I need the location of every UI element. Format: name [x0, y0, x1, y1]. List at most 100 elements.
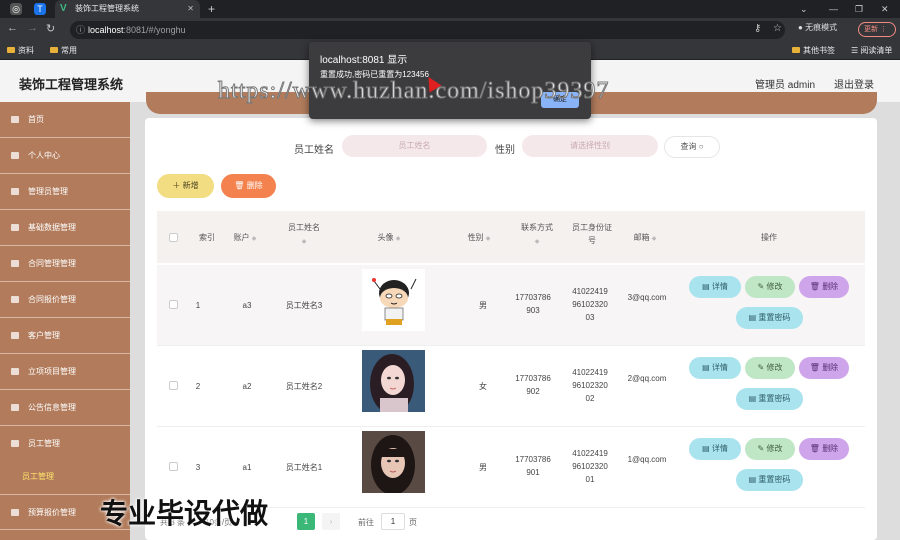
detail-button[interactable]: ▤ 详情 [689, 438, 741, 460]
edit-button[interactable]: ✎ 修改 [745, 276, 795, 298]
row-email: 3@qq.com [627, 293, 667, 302]
close-tab-icon[interactable]: ✕ [187, 0, 194, 18]
col-ops: 操作 [761, 233, 777, 242]
col-account[interactable]: 账户 ◆ [227, 231, 263, 246]
url-field[interactable]: ⓘ localhost:8081/#/yonghu [70, 21, 785, 39]
chevron-right-icon: › [329, 517, 333, 526]
sidebar-item-quote[interactable]: 合同报价管理 [0, 282, 130, 318]
col-phone[interactable]: 联系方式 ◆ [515, 221, 559, 249]
bookmark-folder[interactable]: 资料 [7, 42, 34, 60]
pinned-tab-icon[interactable]: T [34, 3, 46, 15]
sidebar-item-project[interactable]: 立项项目管理 [0, 354, 130, 390]
sidebar-item-notice[interactable]: 公告信息管理 [0, 390, 130, 426]
other-bookmarks[interactable]: 其他书签 [792, 42, 835, 60]
reset-password-button[interactable]: ▤ 重置密码 [736, 469, 803, 491]
update-button[interactable]: 更新 ⋮ [858, 22, 896, 37]
tab-search-icon[interactable]: ⌄ [800, 0, 808, 18]
current-user: 管理员 admin [755, 80, 816, 91]
sort-icon: ◆ [251, 236, 257, 242]
plus-icon: ＋ [172, 181, 183, 190]
detail-button[interactable]: ▤ 详情 [689, 276, 741, 298]
sidebar-item-customer[interactable]: 客户管理 [0, 318, 130, 354]
next-page-button[interactable]: › [322, 513, 340, 530]
row-checkbox[interactable] [169, 300, 178, 309]
table-header: 索引 账户 ◆ 员工姓名 ◆ 头像 ◆ 性别 ◆ 联系方式 ◆ 员工身份证号 邮箱 … [157, 211, 865, 263]
reset-password-button[interactable]: ▤ 重置密码 [736, 307, 803, 329]
trash-icon: 🗑︎ [234, 181, 247, 190]
select-all-checkbox[interactable] [169, 233, 178, 242]
incognito-indicator[interactable]: ● 无痕模式 [798, 22, 837, 33]
home-icon [11, 116, 19, 123]
folder-icon [50, 47, 58, 53]
globe-icon[interactable]: ◎ [10, 3, 22, 15]
user-icon [11, 152, 19, 159]
data-icon [11, 224, 19, 231]
window-close-icon[interactable]: ✕ [881, 0, 889, 18]
sidebar-subitem-staff[interactable]: 员工管理 [0, 462, 130, 492]
sidebar-item-contract[interactable]: 合同管理管理 [0, 246, 130, 282]
sidebar-item-basedata[interactable]: 基础数据管理 [0, 210, 130, 246]
star-icon[interactable]: ☆ [773, 23, 782, 34]
logout-link[interactable]: 退出登录 [834, 76, 874, 91]
table-row: 2 a2 员工姓名2 女 17703786902 410224199610232… [157, 346, 865, 427]
row-email: 1@qq.com [627, 455, 667, 464]
goto-page-input[interactable]: 1 [381, 513, 405, 530]
row-gender: 女 [479, 382, 487, 391]
col-idcard[interactable]: 员工身份证号 [570, 221, 614, 247]
col-email[interactable]: 邮箱 ◆ [627, 231, 663, 246]
row-index: 3 [195, 463, 201, 472]
system-title: 装饰工程管理系统 [19, 77, 124, 92]
delete-button[interactable]: 🗑︎ 删除 [799, 357, 849, 379]
new-tab-icon[interactable]: + [208, 0, 215, 18]
url-watermark: https://www.huzhan.com/ishop39397 [217, 78, 610, 105]
row-gender: 男 [479, 463, 487, 472]
incognito-label: 无痕模式 [805, 23, 838, 32]
query-button[interactable]: 查询 ○ [664, 136, 720, 158]
reset-password-button[interactable]: ▤ 重置密码 [736, 388, 803, 410]
key-icon[interactable]: ⚷ [754, 23, 761, 34]
row-checkbox[interactable] [169, 381, 178, 390]
forward-icon[interactable]: → [27, 22, 38, 34]
reload-icon[interactable]: ↻ [46, 22, 55, 35]
folder-icon [792, 47, 800, 53]
col-avatar[interactable]: 头像 ◆ [369, 231, 409, 246]
sort-icon: ◆ [301, 239, 307, 245]
maximize-icon[interactable]: ❐ [855, 0, 863, 18]
browser-tab-active[interactable]: V 装饰工程管理系统 ✕ [55, 0, 200, 18]
delete-button[interactable]: 🗑︎ 删除 [799, 438, 849, 460]
reading-list[interactable]: ☰ 阅读清单 [851, 42, 892, 60]
back-icon[interactable]: ← [7, 22, 18, 34]
col-name[interactable]: 员工姓名 ◆ [281, 221, 327, 249]
edit-button[interactable]: ✎ 修改 [745, 438, 795, 460]
sidebar-item-admin[interactable]: 管理员管理 [0, 174, 130, 210]
batch-delete-button[interactable]: 🗑︎ 删除 [221, 174, 276, 198]
col-index[interactable]: 索引 [193, 231, 221, 244]
row-name: 员工姓名3 [285, 301, 323, 310]
staff-icon [11, 440, 19, 447]
sidebar-item-staff[interactable]: 员工管理 [0, 426, 130, 462]
delete-button[interactable]: 🗑︎ 删除 [799, 276, 849, 298]
bookmark-folder[interactable]: 常用 [50, 42, 77, 60]
row-email: 2@qq.com [627, 374, 667, 383]
vue-logo-icon: V [60, 3, 67, 14]
row-checkbox[interactable] [169, 462, 178, 471]
trash-icon: 🗑︎ [809, 444, 823, 453]
gender-select[interactable]: 请选择性别 [522, 135, 658, 157]
name-search-input[interactable]: 员工姓名 [342, 135, 487, 157]
browser-tab-title: 装饰工程管理系统 [75, 4, 139, 13]
col-gender[interactable]: 性别 ◆ [462, 231, 496, 246]
search-icon: ○ [698, 142, 704, 151]
avatar-photo [362, 431, 425, 493]
site-info-icon[interactable]: ⓘ [76, 21, 85, 39]
sidebar-item-home[interactable]: 首页 [0, 102, 130, 138]
row-name: 员工姓名1 [285, 463, 323, 472]
minimize-icon[interactable]: — [829, 0, 838, 18]
sidebar-item-profile[interactable]: 个人中心 [0, 138, 130, 174]
project-icon [11, 368, 19, 375]
detail-button[interactable]: ▤ 详情 [689, 357, 741, 379]
add-button[interactable]: ＋ 新增 [157, 174, 214, 198]
page-button-current[interactable]: 1 [297, 513, 315, 530]
trash-icon: 🗑︎ [809, 282, 823, 291]
edit-button[interactable]: ✎ 修改 [745, 357, 795, 379]
row-account: a3 [242, 301, 252, 310]
